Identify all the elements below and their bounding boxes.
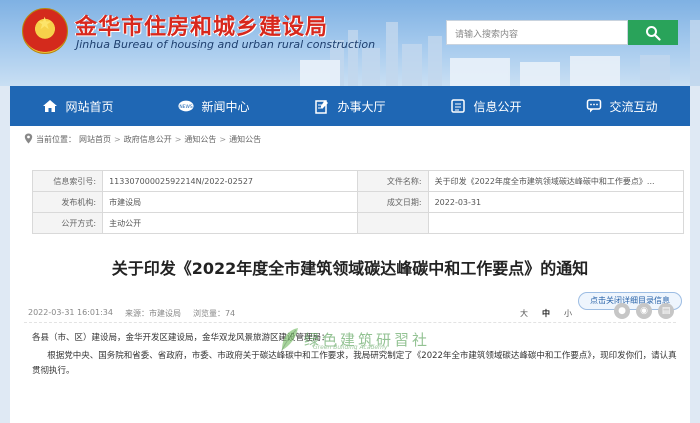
watermark-subtext: Green Building Academy <box>313 344 388 351</box>
disclosure-mode-value: 主动公开 <box>102 212 359 234</box>
breadcrumb: 当前位置： 网站首页 > 政府信息公开 > 通知公告 > 通知公告 <box>24 133 261 146</box>
nav-label: 新闻中心 <box>201 99 250 114</box>
wechat-share-icon[interactable]: ● <box>614 303 630 319</box>
nav-label: 交流互动 <box>609 99 658 114</box>
print-icon[interactable]: ▤ <box>658 303 674 319</box>
document-icon <box>450 98 466 114</box>
divider <box>24 322 676 323</box>
empty-cell <box>427 212 685 234</box>
site-title: 金华市住房和城乡建设局 <box>75 15 329 40</box>
article-title: 关于印发《2022年度全市建筑领域碳达峰碳中和工作要点》的通知 <box>111 259 589 278</box>
news-icon: NEWS <box>178 98 195 114</box>
article-info-bar: 2022-03-31 16:01:34 来源：市建设局 浏览量：74 <box>28 308 235 319</box>
date-label: 成文日期: <box>357 191 429 213</box>
font-small-button[interactable]: 小 <box>564 308 572 319</box>
table-row: 信息索引号: 11330700002592214N/2022-02527 文件名… <box>31 170 685 192</box>
breadcrumb-link-notice-current[interactable]: 通知公告 <box>229 134 261 145</box>
search-icon <box>646 25 661 41</box>
nav-label: 信息公开 <box>473 99 522 114</box>
nav-item-interaction[interactable]: 交流互动 <box>554 86 690 126</box>
breadcrumb-prefix: 当前位置： <box>36 135 76 144</box>
date-value: 2022-03-31 <box>427 191 685 213</box>
nav-label: 办事大厅 <box>337 99 386 114</box>
share-buttons: ● ◉ ▤ <box>614 303 674 319</box>
search-input[interactable]: 请输入搜索内容 <box>446 20 628 45</box>
breadcrumb-separator: > <box>174 135 182 144</box>
publish-time: 2022-03-31 16:01:34 <box>28 308 113 317</box>
location-pin-icon <box>24 133 33 146</box>
org-value: 市建设局 <box>102 191 359 213</box>
site-header: ★ 金华市住房和城乡建设局 Jinhua Bureau of housing a… <box>0 0 700 86</box>
disclosure-mode-label: 公开方式: <box>31 212 104 234</box>
main-content: 当前位置： 网站首页 > 政府信息公开 > 通知公告 > 通知公告 信息索引号:… <box>10 126 690 423</box>
index-value: 11330700002592214N/2022-02527 <box>102 170 359 192</box>
breadcrumb-link-gov-info[interactable]: 政府信息公开 <box>124 134 172 145</box>
font-size-switcher: 大 中 小 <box>520 308 572 319</box>
org-label: 发布机构: <box>31 191 104 213</box>
font-large-button[interactable]: 大 <box>520 308 528 319</box>
chat-icon <box>586 98 602 114</box>
file-name-label: 文件名称: <box>357 170 429 192</box>
weibo-share-icon[interactable]: ◉ <box>636 303 652 319</box>
breadcrumb-link-notice[interactable]: 通知公告 <box>184 134 216 145</box>
nav-label: 网站首页 <box>65 99 114 114</box>
table-row: 公开方式: 主动公开 <box>31 212 685 234</box>
edit-icon <box>314 98 330 114</box>
nav-item-news[interactable]: NEWS 新闻中心 <box>146 86 282 126</box>
breadcrumb-separator: > <box>219 135 227 144</box>
index-label: 信息索引号: <box>31 170 104 192</box>
article-source: 来源：市建设局 <box>124 309 181 318</box>
article-paragraph: 根据党中央、国务院和省委、省政府，市委、市政府关于碳达峰碳中和工作要求，我局研究… <box>32 351 677 376</box>
watermark: 绿色建筑研習社 Green Building Academy <box>278 326 430 352</box>
view-count: 浏览量：74 <box>192 309 236 318</box>
nav-item-service-hall[interactable]: 办事大厅 <box>282 86 418 126</box>
site-subtitle: Jinhua Bureau of housing and urban rural… <box>76 38 376 51</box>
table-row: 发布机构: 市建设局 成文日期: 2022-03-31 <box>31 191 685 213</box>
empty-cell <box>357 212 429 234</box>
main-nav: 网站首页 NEWS 新闻中心 办事大厅 信息公开 交流互动 <box>10 86 690 126</box>
national-emblem-icon: ★ <box>22 8 68 54</box>
font-medium-button[interactable]: 中 <box>542 308 550 319</box>
home-icon <box>42 98 58 114</box>
search-button[interactable] <box>628 20 678 45</box>
document-metadata-table: 信息索引号: 11330700002592214N/2022-02527 文件名… <box>31 170 685 234</box>
leaf-logo-icon <box>281 328 298 351</box>
svg-text:NEWS: NEWS <box>180 104 194 110</box>
file-name-value: 关于印发《2022年度全市建筑领域碳达峰碳中和工作要点》... <box>427 170 685 192</box>
nav-item-info-disclosure[interactable]: 信息公开 <box>418 86 554 126</box>
breadcrumb-separator: > <box>114 135 121 144</box>
nav-item-home[interactable]: 网站首页 <box>10 86 146 126</box>
breadcrumb-link-home[interactable]: 网站首页 <box>79 134 111 145</box>
